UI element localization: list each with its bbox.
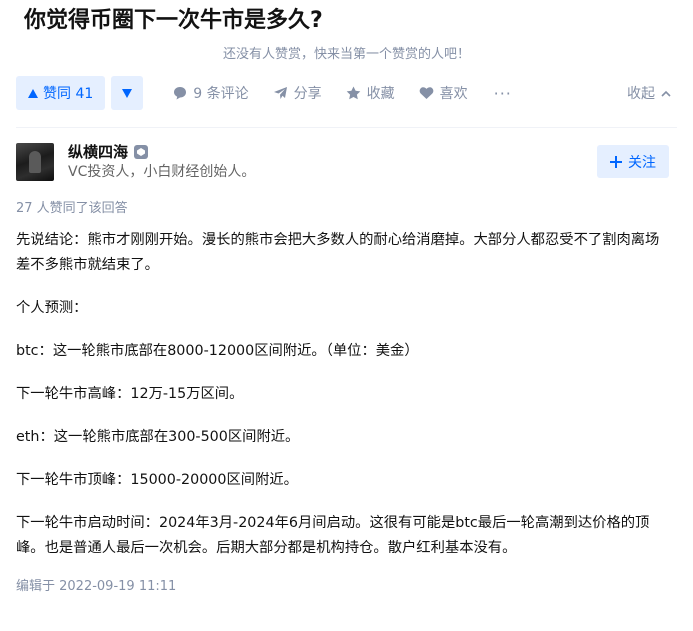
favorite-label: 收藏 <box>366 86 395 102</box>
more-icon[interactable]: ··· <box>494 84 512 103</box>
chevron-up-icon <box>661 90 671 97</box>
caret-up-icon <box>28 88 38 98</box>
answer-paragraph: btc：这一轮熊市底部在8000-12000区间附近。（单位：美金） <box>16 343 419 359</box>
answer-paragraph: 个人预测： <box>16 300 88 316</box>
comment-icon <box>174 87 187 100</box>
question-title[interactable]: 你觉得币圈下一次牛市是多久? <box>24 4 323 38</box>
action-bar: 赞同 41 9 条评论 分享 收藏 喜欢 ··· 收起 <box>16 76 677 110</box>
heart-icon <box>419 87 433 99</box>
answer-content: 先说结论：熊市才刚刚开始。漫长的熊市会把大多数人的耐心给消磨掉。大部分人都忍受不… <box>16 228 666 561</box>
plus-icon <box>610 155 622 168</box>
comments-button[interactable]: 9 条评论 <box>173 83 249 103</box>
like-label: 喜欢 <box>439 86 468 102</box>
vote-up-label: 赞同 41 <box>43 86 94 102</box>
avatar[interactable] <box>16 143 54 181</box>
share-icon <box>273 87 287 99</box>
like-button[interactable]: 喜欢 <box>419 83 468 103</box>
collapse-label: 收起 <box>627 86 655 102</box>
vote-up-button[interactable]: 赞同 41 <box>16 76 106 110</box>
answer-paragraph: 下一轮牛市高峰：12万-15万区间。 <box>16 386 244 402</box>
divider <box>16 127 677 128</box>
author-name-text: 纵横四海 <box>68 143 129 161</box>
answer-paragraph: eth：这一轮熊市底部在300-500区间附近。 <box>16 429 300 445</box>
follow-label: 关注 <box>628 154 656 171</box>
vote-down-button[interactable] <box>111 76 144 110</box>
voters-count[interactable]: 27 人赞同了该回答 <box>16 200 128 218</box>
collapse-button[interactable]: 收起 <box>627 83 671 103</box>
comments-label: 9 条评论 <box>193 86 249 102</box>
favorite-button[interactable]: 收藏 <box>346 83 395 103</box>
author-name[interactable]: 纵横四海 <box>68 142 149 162</box>
share-label: 分享 <box>293 86 322 102</box>
share-button[interactable]: 分享 <box>273 83 322 103</box>
author-bio: VC投资人，小白财经创始人。 <box>68 164 256 180</box>
follow-button[interactable]: 关注 <box>597 145 669 178</box>
answer-paragraph: 先说结论：熊市才刚刚开始。漫长的熊市会把大多数人的耐心给消磨掉。大部分人都忍受不… <box>16 232 660 273</box>
caret-down-icon <box>122 88 133 98</box>
edited-time[interactable]: 编辑于 2022-09-19 11:11 <box>16 578 176 596</box>
badge-icon <box>134 145 149 159</box>
answer-paragraph: 下一轮牛市顶峰：15000-20000区间附近。 <box>16 472 298 488</box>
reward-tip: 还没有人赞赏，快来当第一个赞赏的人吧！ <box>222 47 470 62</box>
answer-paragraph: 下一轮牛市启动时间：2024年3月-2024年6月间启动。这很有可能是btc最后… <box>16 515 650 556</box>
star-icon <box>346 86 360 100</box>
